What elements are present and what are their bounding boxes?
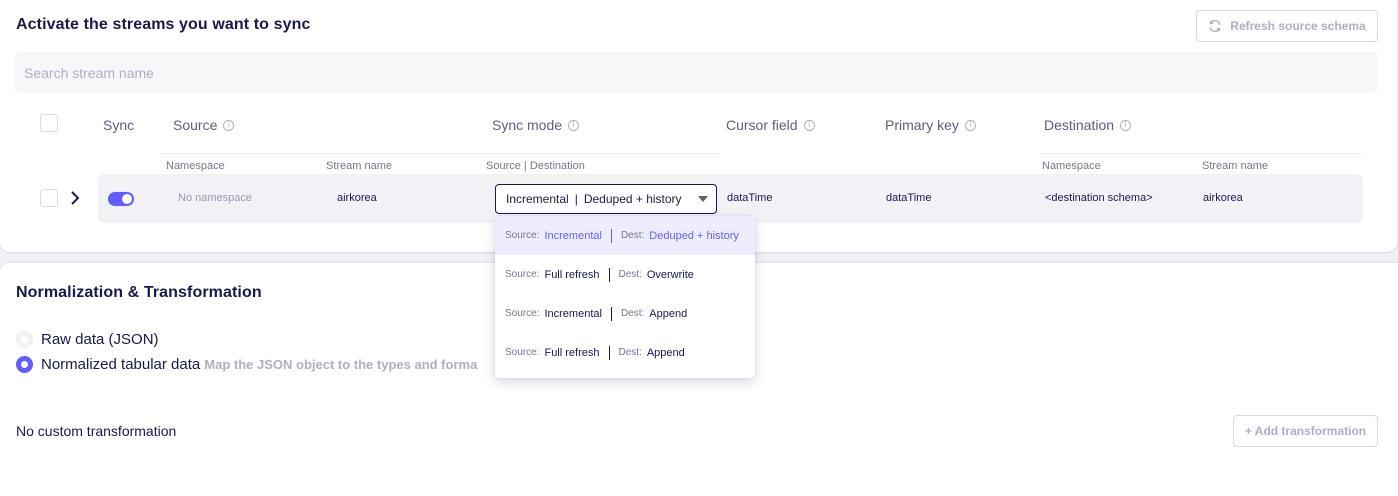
option-source-value: Full refresh <box>544 268 600 281</box>
option-dest-value: Append <box>646 346 685 359</box>
header-primary-key-label: Primary key <box>885 117 959 133</box>
header-sync-mode-label: Sync mode <box>492 117 563 133</box>
sync-mode-dropdown-menu: Source: Incremental Dest: Deduped + hist… <box>495 216 755 378</box>
add-transformation-label: + Add transformation <box>1244 424 1367 438</box>
header-source: Source i <box>173 117 235 133</box>
header-sync-label: Sync <box>103 117 135 133</box>
source-header-divider <box>160 153 718 154</box>
sync-mode-select[interactable]: Incremental | Deduped + history <box>495 184 717 214</box>
header-sync: Sync <box>103 117 134 133</box>
option-dest-label: Dest: <box>618 347 642 358</box>
header-source-label: Source <box>173 117 218 133</box>
option-separator <box>608 345 610 360</box>
sync-mode-option[interactable]: Source: Full refresh Dest: Overwrite <box>495 255 755 294</box>
refresh-icon <box>1209 19 1221 33</box>
header-cursor-field-label: Cursor field <box>726 117 798 133</box>
row-primary-key: dataTime <box>886 192 932 204</box>
option-source-value: Full refresh <box>544 346 600 359</box>
select-all-checkbox[interactable] <box>40 114 58 132</box>
option-source-value: Incremental <box>544 229 602 242</box>
info-icon[interactable]: i <box>964 119 976 131</box>
info-icon[interactable]: i <box>223 119 235 131</box>
normalized-hint: Map the JSON object to the types and for… <box>204 357 478 372</box>
option-source-label: Source: <box>505 269 540 280</box>
refresh-source-schema-button[interactable]: Refresh source schema <box>1196 10 1378 42</box>
option-dest-label: Dest: <box>618 269 642 280</box>
sync-mode-source-value: Incremental <box>506 192 569 206</box>
raw-data-label: Raw data (JSON) <box>41 331 159 348</box>
sync-mode-separator: | <box>574 192 578 206</box>
subheader-source-destination: Source | Destination <box>486 160 585 172</box>
header-sync-mode: Sync mode i <box>492 117 580 133</box>
option-dest-label: Dest: <box>620 308 645 319</box>
option-dest-value: Overwrite <box>646 268 694 281</box>
row-cursor-field: dataTime <box>727 192 773 204</box>
sync-toggle[interactable] <box>108 192 134 206</box>
sync-mode-option[interactable]: Source: Incremental Dest: Deduped + hist… <box>495 216 755 255</box>
option-source-value: Incremental <box>544 307 602 320</box>
header-cursor-field: Cursor field i <box>726 117 815 133</box>
row-namespace: No namespace <box>178 192 252 204</box>
subheader-dest-stream-name: Stream name <box>1202 160 1269 172</box>
row-dest-namespace: <destination schema> <box>1045 192 1153 204</box>
add-transformation-button[interactable]: + Add transformation <box>1233 415 1378 447</box>
normalized-option[interactable]: Normalized tabular data Map the JSON obj… <box>16 356 477 373</box>
sync-mode-dest-value: Deduped + history <box>583 192 682 206</box>
option-dest-value: Deduped + history <box>649 229 739 242</box>
streams-title: Activate the streams you want to sync <box>16 16 311 33</box>
raw-data-radio[interactable] <box>16 331 33 348</box>
subheader-namespace: Namespace <box>166 160 225 172</box>
info-icon[interactable]: i <box>1120 119 1132 131</box>
info-icon[interactable]: i <box>568 119 580 131</box>
option-dest-label: Dest: <box>620 230 645 241</box>
option-separator <box>608 267 610 282</box>
destination-header-divider <box>1040 153 1362 154</box>
search-stream-input[interactable] <box>15 52 1378 93</box>
subheader-dest-namespace: Namespace <box>1042 160 1101 172</box>
option-separator <box>610 306 612 321</box>
header-destination-label: Destination <box>1044 117 1115 133</box>
refresh-source-schema-label: Refresh source schema <box>1230 19 1366 33</box>
row-dest-stream-name: airkorea <box>1203 192 1243 204</box>
caret-down-icon <box>698 196 708 202</box>
option-separator <box>610 228 612 243</box>
sync-mode-option[interactable]: Source: Incremental Dest: Append <box>495 294 755 333</box>
header-destination: Destination i <box>1044 117 1132 133</box>
raw-data-option[interactable]: Raw data (JSON) <box>16 331 159 348</box>
normalized-label: Normalized tabular data <box>41 356 201 373</box>
option-source-label: Source: <box>505 308 540 319</box>
info-icon[interactable]: i <box>803 119 815 131</box>
normalized-radio[interactable] <box>16 356 33 373</box>
option-source-label: Source: <box>505 347 540 358</box>
option-dest-value: Append <box>649 307 688 320</box>
subheader-stream-name: Stream name <box>326 160 393 172</box>
no-transformation-text: No custom transformation <box>16 423 177 439</box>
header-primary-key: Primary key i <box>885 117 976 133</box>
row-stream-name: airkorea <box>337 192 377 204</box>
sync-mode-option[interactable]: Source: Full refresh Dest: Append <box>495 333 755 372</box>
normalization-title: Normalization & Transformation <box>16 284 262 301</box>
option-source-label: Source: <box>505 230 540 241</box>
chevron-right-icon[interactable] <box>68 190 82 206</box>
row-checkbox[interactable] <box>40 189 58 207</box>
